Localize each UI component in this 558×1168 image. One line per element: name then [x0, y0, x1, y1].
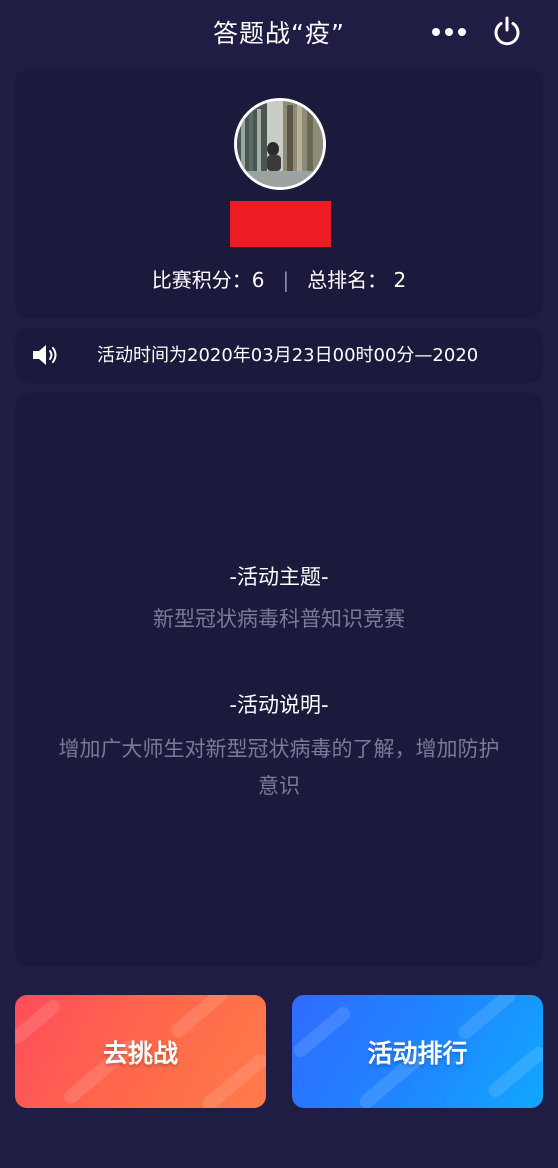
- notice-bar: 活动时间为2020年03月23日00时00分—2020: [15, 327, 543, 383]
- notice-text: 活动时间为2020年03月23日00时00分—2020: [97, 345, 479, 366]
- theme-text: 新型冠状病毒科普知识竞赛: [153, 607, 405, 631]
- avatar: [234, 98, 326, 190]
- activity-info-card: -活动主题- 新型冠状病毒科普知识竞赛 -活动说明- 增加广大师生对新型冠状病毒…: [15, 393, 543, 966]
- profile-card: 比赛积分：6 | 总排名： 2: [15, 68, 543, 318]
- ranking-button[interactable]: 活动排行: [292, 995, 543, 1108]
- stats-separator: |: [282, 268, 290, 292]
- more-dots-icon[interactable]: [432, 28, 466, 36]
- rank-label: 总排名：: [307, 268, 388, 292]
- top-bar: 答题战“疫”: [0, 0, 558, 64]
- stats-line: 比赛积分：6 | 总排名： 2: [15, 264, 543, 293]
- score-value: 6: [251, 268, 265, 292]
- score-label: 比赛积分：: [151, 268, 252, 292]
- username-redacted: [230, 201, 331, 247]
- notice-fade: [483, 327, 543, 383]
- description-text: 增加广大师生对新型冠状病毒的了解，增加防护意识: [58, 737, 500, 798]
- challenge-button-label: 去挑战: [102, 1038, 178, 1068]
- ranking-button-label: 活动排行: [367, 1038, 468, 1068]
- speaker-icon: [31, 343, 59, 367]
- description-heading: -活动说明-: [229, 693, 329, 717]
- challenge-button[interactable]: 去挑战: [15, 995, 266, 1108]
- theme-heading: -活动主题-: [229, 565, 329, 589]
- rank-value: 2: [393, 268, 407, 292]
- page-title: 答题战“疫”: [213, 19, 345, 48]
- power-icon[interactable]: [491, 15, 523, 47]
